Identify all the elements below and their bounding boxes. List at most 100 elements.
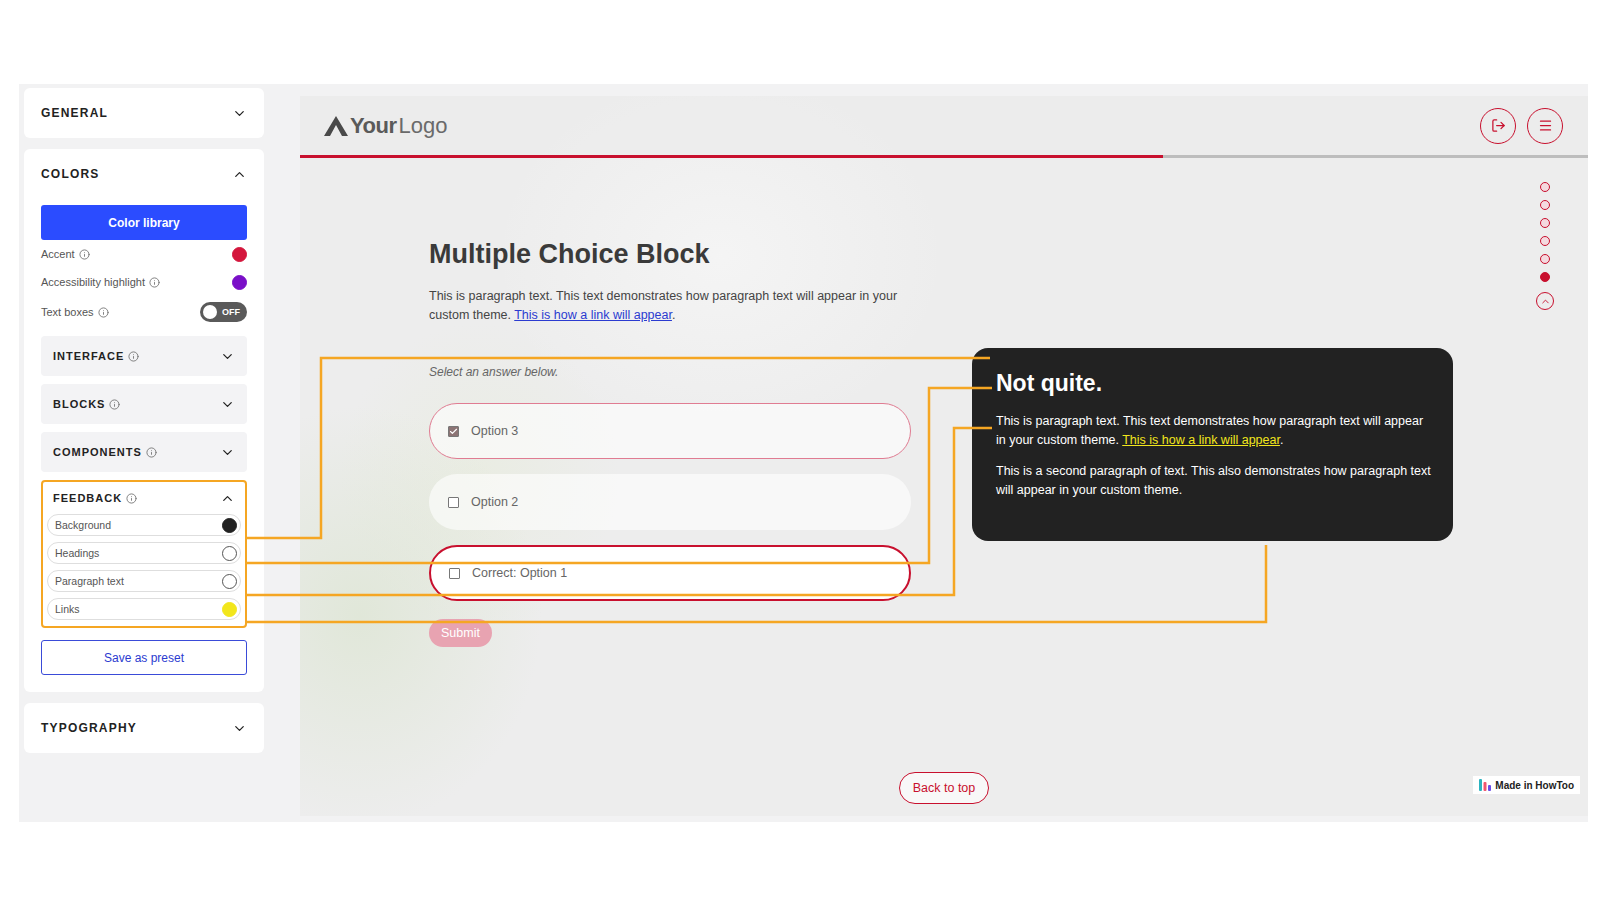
feedback-color-label: Paragraph text [55, 575, 124, 587]
sidebar-section: COLORS Color library Accent Accessibility h… [24, 149, 264, 692]
editor-frame: GENERAL COLORS Color library Accent Accessib… [19, 84, 1588, 822]
group-label: FEEDBACK [53, 492, 137, 504]
nav-dot[interactable] [1540, 254, 1550, 264]
header-actions [1480, 108, 1563, 144]
group-label: BLOCKS [53, 398, 120, 410]
option-checkbox[interactable] [448, 426, 459, 437]
answer-option[interactable]: Option 2 [429, 474, 911, 530]
badge-text: Made in HowToo [1495, 780, 1574, 791]
exit-button[interactable] [1480, 108, 1516, 144]
section-header[interactable]: GENERAL [41, 88, 247, 138]
color-setting-row[interactable]: Accent [41, 240, 247, 268]
save-preset-button[interactable]: Save as preset [41, 640, 247, 675]
sidebar-section: TYPOGRAPHY [24, 703, 264, 753]
annotation-line [245, 358, 990, 538]
answer-options: Option 3 Option 2 Correct: Option 1 [429, 403, 911, 601]
menu-icon [1538, 118, 1553, 133]
sidebar-section: GENERAL [24, 88, 264, 138]
logo-bold: Your [350, 113, 396, 139]
nav-dot[interactable] [1540, 200, 1550, 210]
chevron-up-icon[interactable] [220, 491, 235, 506]
answer-option[interactable]: Option 3 [429, 403, 911, 459]
nav-dot[interactable] [1540, 236, 1550, 246]
logo-light: Logo [398, 113, 447, 139]
feedback-link[interactable]: This is how a link will appear [1122, 433, 1280, 447]
option-label: Option 2 [471, 495, 518, 509]
colors-body: Color library Accent Accessibility highlig… [41, 205, 247, 675]
info-icon[interactable] [98, 307, 109, 318]
toggle-setting-row: Text boxes OFF [41, 296, 247, 328]
toggle-knob [203, 305, 217, 319]
setting-label: Text boxes [41, 306, 109, 318]
feedback-color-item[interactable]: Paragraph text [47, 570, 241, 592]
info-icon[interactable] [79, 249, 90, 260]
info-icon[interactable] [109, 399, 120, 410]
group-label: INTERFACE [53, 350, 139, 362]
menu-button[interactable] [1527, 108, 1563, 144]
block-title: Multiple Choice Block [429, 237, 1502, 271]
back-to-top-button[interactable]: Back to top [899, 772, 990, 804]
quiz-row: Select an answer below.Option 3Option 2C… [429, 363, 1502, 647]
nav-dot[interactable] [1540, 272, 1550, 282]
chevron-down-icon[interactable] [220, 445, 235, 460]
annotation-line [245, 428, 992, 595]
option-checkbox[interactable] [448, 497, 459, 508]
block-nav [1502, 158, 1588, 772]
option-label: Correct: Option 1 [472, 566, 567, 580]
color-library-button[interactable]: Color library [41, 205, 247, 240]
feedback-paragraph: This is a second paragraph of text. This… [996, 462, 1433, 500]
color-swatch[interactable] [222, 574, 237, 589]
chevron-down-icon[interactable] [232, 721, 247, 736]
color-swatch[interactable] [222, 546, 237, 561]
info-icon[interactable] [146, 447, 157, 458]
color-swatch[interactable] [232, 247, 247, 262]
chevron-down-icon[interactable] [232, 106, 247, 121]
section-header[interactable]: TYPOGRAPHY [41, 703, 247, 753]
feedback-color-item[interactable]: Links [47, 598, 241, 620]
color-group-header[interactable]: INTERFACE [53, 338, 235, 374]
section-title: TYPOGRAPHY [41, 721, 137, 735]
feedback-color-label: Headings [55, 547, 99, 559]
info-icon[interactable] [128, 351, 139, 362]
answer-option[interactable]: Correct: Option 1 [429, 545, 911, 601]
chevron-down-icon[interactable] [220, 349, 235, 364]
feedback-card: Not quite. This is paragraph text. This t… [972, 348, 1453, 541]
check-icon [449, 427, 458, 436]
made-in-badge[interactable]: Made in HowToo [1473, 776, 1580, 794]
section-header[interactable]: COLORS [41, 149, 247, 199]
nav-up-button[interactable] [1536, 292, 1554, 310]
color-group-header[interactable]: COMPONENTS [53, 434, 235, 470]
howtoo-logo-icon [1479, 779, 1491, 791]
color-setting-row[interactable]: Accessibility highlight [41, 268, 247, 296]
option-checkbox[interactable] [449, 568, 460, 579]
paragraph-link[interactable]: This is how a link will appear [514, 308, 672, 322]
color-swatch[interactable] [222, 518, 237, 533]
submit-button[interactable]: Submit [429, 619, 492, 647]
nav-dot[interactable] [1540, 182, 1550, 192]
color-swatch[interactable] [232, 275, 247, 290]
color-group-header[interactable]: BLOCKS [53, 386, 235, 422]
chevron-up-icon[interactable] [232, 167, 247, 182]
annotation-line [245, 545, 1266, 622]
feedback-paragraph: This is paragraph text. This text demons… [996, 412, 1433, 450]
progress-bar [300, 155, 1588, 158]
text-boxes-toggle[interactable]: OFF [200, 302, 247, 322]
annotation-line [245, 388, 992, 563]
color-swatch[interactable] [222, 602, 237, 617]
chevron-down-icon[interactable] [220, 397, 235, 412]
preview-header: YourLogo [300, 96, 1588, 155]
info-icon[interactable] [126, 493, 137, 504]
nav-dot[interactable] [1540, 218, 1550, 228]
chevron-up-icon [1540, 296, 1551, 307]
setting-label: Accent [41, 248, 90, 260]
group-label: COMPONENTS [53, 446, 157, 458]
feedback-color-item[interactable]: Headings [47, 542, 241, 564]
info-icon[interactable] [149, 277, 160, 288]
color-group: BLOCKS [41, 384, 247, 424]
color-group: INTERFACE [41, 336, 247, 376]
color-groups: INTERFACE BLOCKS COMPONENTS FEEDBACK Backgro… [41, 336, 247, 628]
feedback-color-item[interactable]: Background [47, 514, 241, 536]
color-group-header[interactable]: FEEDBACK [47, 482, 241, 514]
setting-label: Accessibility highlight [41, 276, 160, 288]
feedback-heading: Not quite. [996, 368, 1433, 398]
